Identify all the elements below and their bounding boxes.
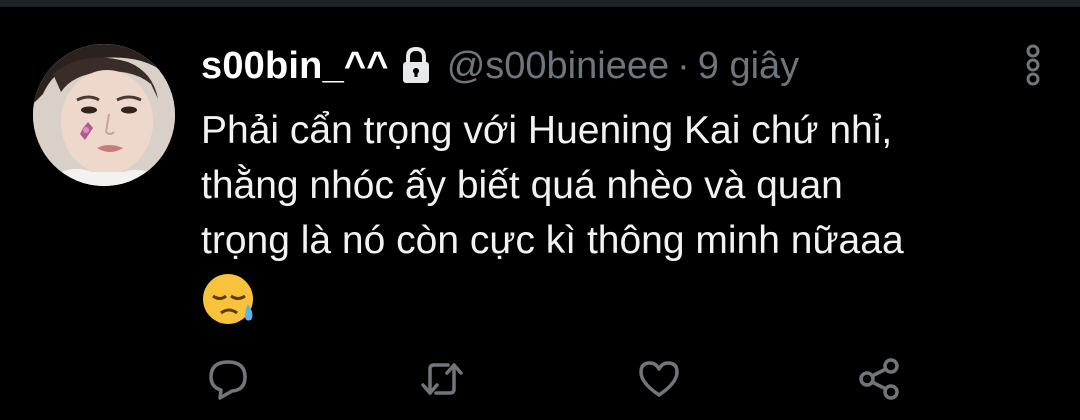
share-button[interactable] — [857, 357, 901, 401]
separator-dot: · — [677, 45, 690, 87]
like-button[interactable] — [637, 357, 681, 401]
vertical-dots-icon[interactable] — [1026, 44, 1040, 86]
lock-icon — [399, 46, 433, 86]
handle[interactable]: @s00binieee — [447, 40, 669, 92]
reply-icon — [209, 360, 247, 400]
profile-photo-icon — [33, 44, 175, 186]
tweet-text: Phải cẩn trọng với Huening Kai chứ nhỉ, … — [201, 103, 1041, 332]
tweet-header: s00bin_^^ @s00binieee · 9 giây — [201, 40, 799, 92]
tweet-text-line: trọng là nó còn cực kì thông minh nữaaa — [201, 219, 904, 262]
timestamp[interactable]: 9 giây — [698, 40, 799, 92]
sad-but-relieved-face-icon — [201, 272, 1041, 332]
tweet-text-line: thằng nhóc ấy biết quá nhèo và quan — [201, 164, 843, 207]
action-bar — [0, 357, 1080, 403]
tweet-text-line: Phải cẩn trọng với Huening Kai chứ nhỉ, — [201, 109, 893, 152]
heart-icon — [639, 361, 679, 397]
avatar[interactable] — [33, 44, 175, 186]
top-divider — [0, 0, 1080, 7]
share-icon — [859, 358, 899, 400]
reply-button[interactable] — [206, 357, 250, 401]
display-name[interactable]: s00bin_^^ — [201, 40, 389, 92]
retweet-icon — [421, 363, 463, 395]
tweet[interactable]: s00bin_^^ @s00binieee · 9 giây Phải cẩn … — [0, 7, 1080, 420]
retweet-button[interactable] — [420, 357, 464, 401]
